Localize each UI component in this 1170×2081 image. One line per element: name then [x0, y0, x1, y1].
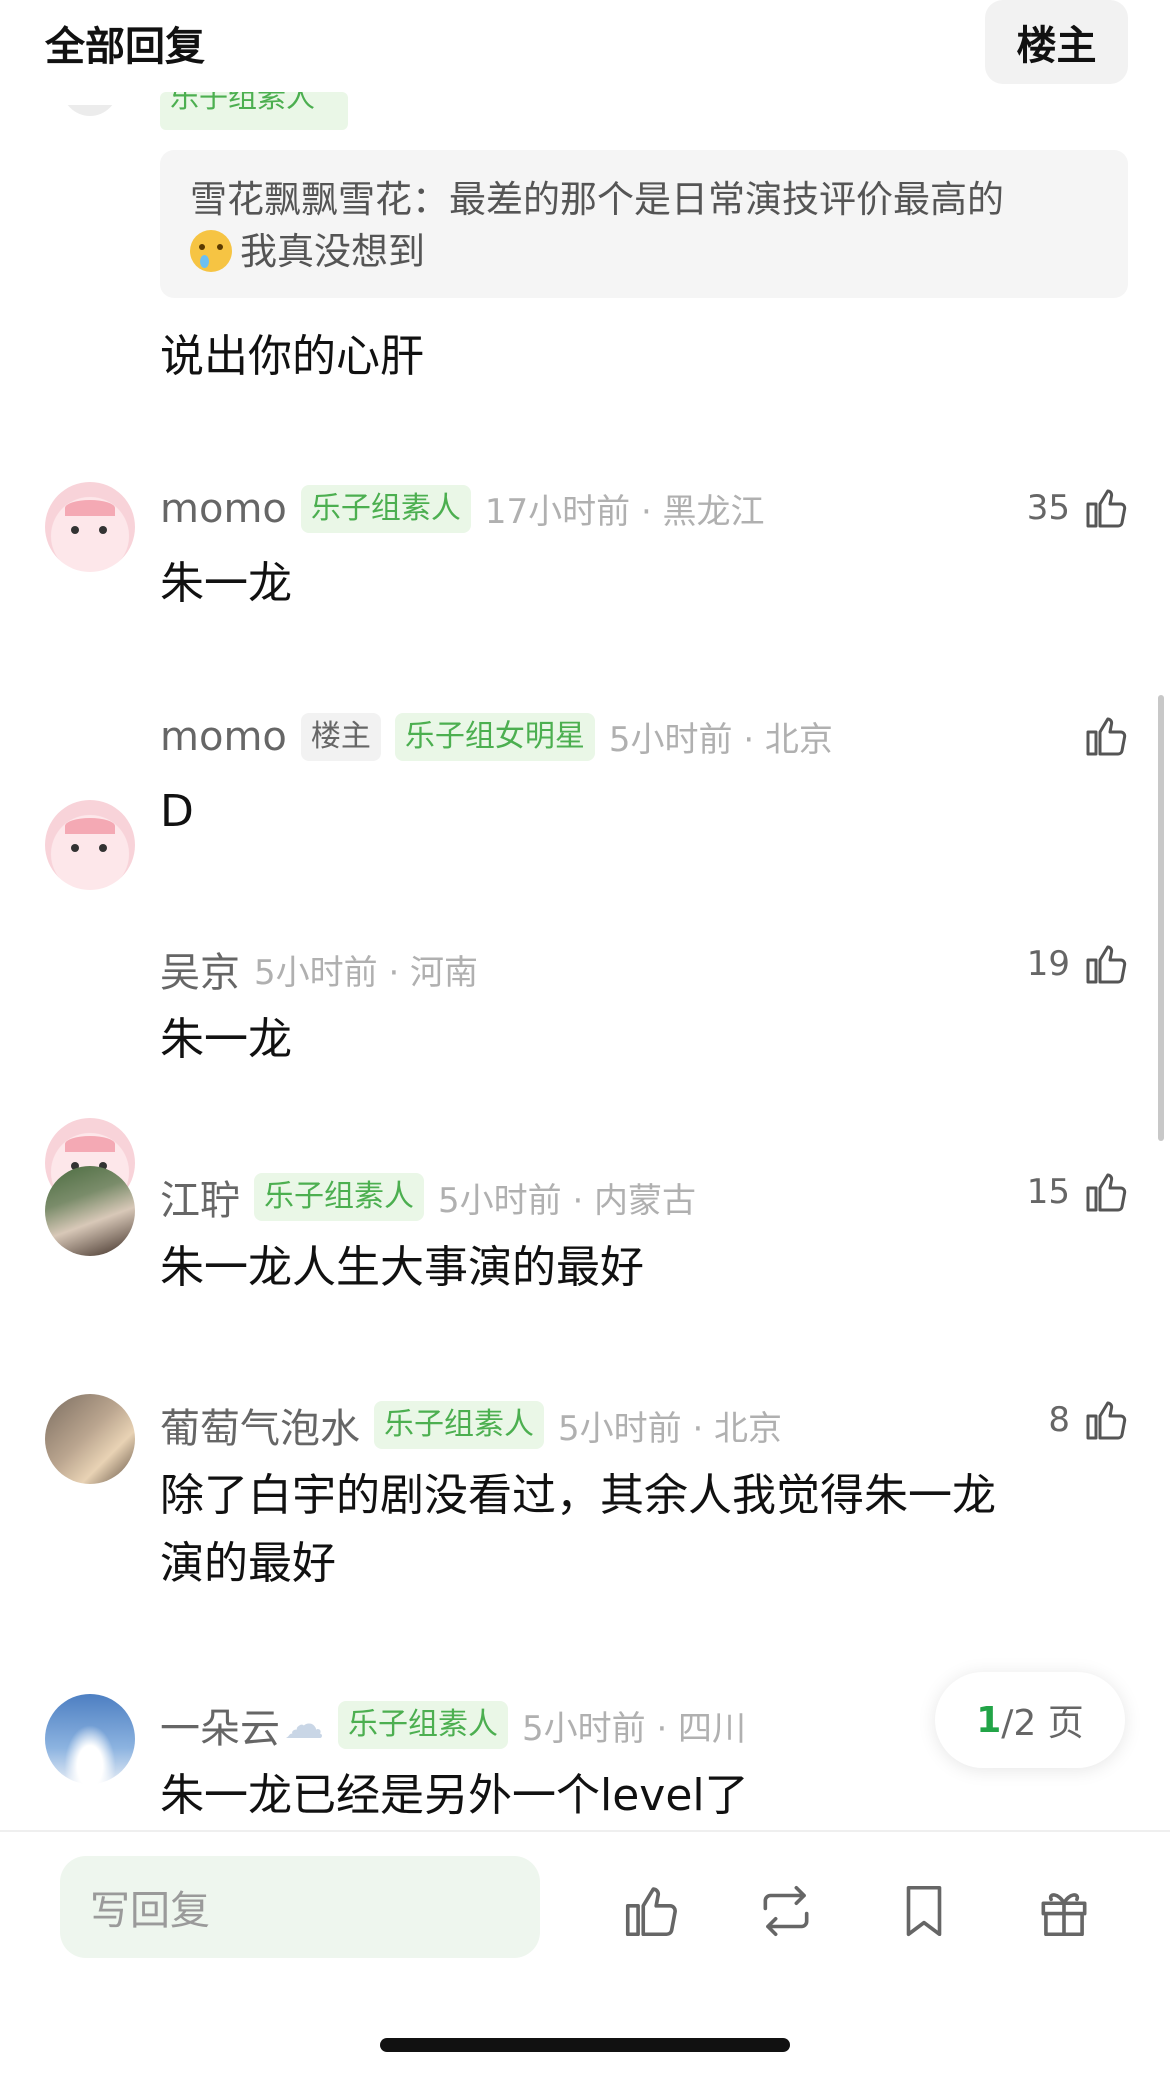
user-badge: 乐子组女明星: [394, 712, 595, 761]
timestamp-location: 5小时前 · 内蒙古: [438, 1180, 697, 1221]
current-page: 1: [976, 1699, 1002, 1741]
timestamp-location: 5小时前 · 北京: [608, 720, 833, 760]
username[interactable]: momo: [160, 714, 287, 760]
crying-face-icon: [190, 230, 232, 272]
timestamp-location: 5小时前 · 四川: [522, 1708, 747, 1749]
thumbs-up-icon: [1086, 945, 1127, 984]
quote-author: 雪花飘飘雪花：: [190, 178, 449, 221]
comment-body-line: 除了白宇的剧没看过，其余人我觉得朱一龙: [160, 1470, 996, 1521]
comment-meta: momo 乐子组素人 17小时前 · 黑龙江: [160, 484, 765, 533]
user-badge: 乐子组素人: [374, 1401, 544, 1449]
user-badge: 乐子组素人: [160, 92, 348, 130]
total-pages: /2 页: [1001, 1703, 1084, 1744]
username[interactable]: 吴京: [160, 940, 240, 998]
like-button[interactable]: 35: [1027, 484, 1130, 532]
username[interactable]: 江聍: [160, 1168, 240, 1226]
avatar[interactable]: [45, 800, 135, 890]
like-count: 15: [1026, 1172, 1070, 1212]
quote-text-2: 我真没想到: [240, 230, 425, 273]
like-button[interactable]: 15: [1027, 1168, 1130, 1216]
avatar[interactable]: [45, 1166, 135, 1256]
quote-text: 最差的那个是日常演技评价最高的: [449, 178, 1004, 221]
timestamp-location: 5小时前 · 河南: [254, 952, 479, 993]
username[interactable]: 一朵云: [160, 1696, 280, 1754]
username[interactable]: 葡萄气泡水: [160, 1396, 360, 1454]
avatar[interactable]: [45, 482, 135, 572]
comment-body-line: 演的最好: [160, 1538, 336, 1589]
page-indicator[interactable]: 1/2 页: [935, 1672, 1125, 1768]
comment-meta: 吴京 5小时前 · 河南: [160, 940, 478, 998]
like-button[interactable]: [1082, 712, 1130, 760]
comment-body: 朱一龙: [160, 558, 292, 609]
comment-body: 除了白宇的剧没看过，其余人我觉得朱一龙 演的最好: [160, 1462, 996, 1598]
avatar[interactable]: [45, 1694, 135, 1784]
username[interactable]: momo: [160, 486, 287, 532]
comment-meta: momo 楼主 乐子组女明星 5小时前 · 北京: [160, 712, 833, 761]
comment-meta: 葡萄气泡水 乐子组素人 5小时前 · 北京: [160, 1396, 782, 1454]
comment-body: D: [160, 786, 194, 837]
like-count: 19: [1026, 944, 1070, 984]
gift-icon[interactable]: [1033, 1880, 1095, 1942]
like-count: 35: [1026, 488, 1070, 528]
like-button[interactable]: 19: [1027, 940, 1130, 988]
user-badge: 乐子组素人: [338, 1701, 508, 1749]
thumbs-up-icon: [1086, 489, 1127, 528]
owner-only-button[interactable]: 楼主: [985, 0, 1128, 84]
page-title: 全部回复: [45, 24, 205, 70]
user-badge: 乐子组素人: [254, 1173, 424, 1221]
like-button[interactable]: 8: [1048, 1396, 1130, 1444]
repost-icon[interactable]: [755, 1880, 817, 1942]
thumbs-up-icon: [1086, 1173, 1127, 1212]
timestamp-location: 5小时前 · 北京: [558, 1408, 783, 1449]
bottom-bar-divider: [0, 1830, 1170, 1832]
thumbs-up-icon[interactable]: [620, 1880, 682, 1942]
home-indicator[interactable]: [380, 2038, 790, 2052]
comment-body: 朱一龙: [160, 1014, 292, 1065]
avatar[interactable]: [45, 1394, 135, 1484]
comment-meta: 一朵云 ☁ 乐子组素人 5小时前 · 四川: [160, 1696, 746, 1754]
cloud-icon: ☁: [284, 1702, 324, 1748]
timestamp-location: 17小时前 · 黑龙江: [484, 492, 765, 532]
comment-meta: 江聍 乐子组素人 5小时前 · 内蒙古: [160, 1168, 696, 1226]
comment-body: 朱一龙人生大事演的最好: [160, 1242, 644, 1293]
quoted-reply[interactable]: 雪花飘飘雪花：最差的那个是日常演技评价最高的 我真没想到: [160, 150, 1128, 298]
user-badge: 乐子组素人: [300, 484, 471, 533]
bookmark-icon[interactable]: [893, 1880, 955, 1942]
like-count: 8: [1048, 1400, 1070, 1440]
reply-body: 说出你的心肝: [160, 331, 424, 382]
thumbs-up-icon: [1086, 1401, 1127, 1440]
owner-badge: 楼主: [300, 712, 381, 761]
scrollbar[interactable]: [1158, 695, 1164, 1141]
comment-body: 朱一龙已经是另外一个level了: [160, 1770, 749, 1821]
reply-input[interactable]: 写回复: [60, 1856, 540, 1958]
thumbs-up-icon: [1086, 717, 1127, 756]
